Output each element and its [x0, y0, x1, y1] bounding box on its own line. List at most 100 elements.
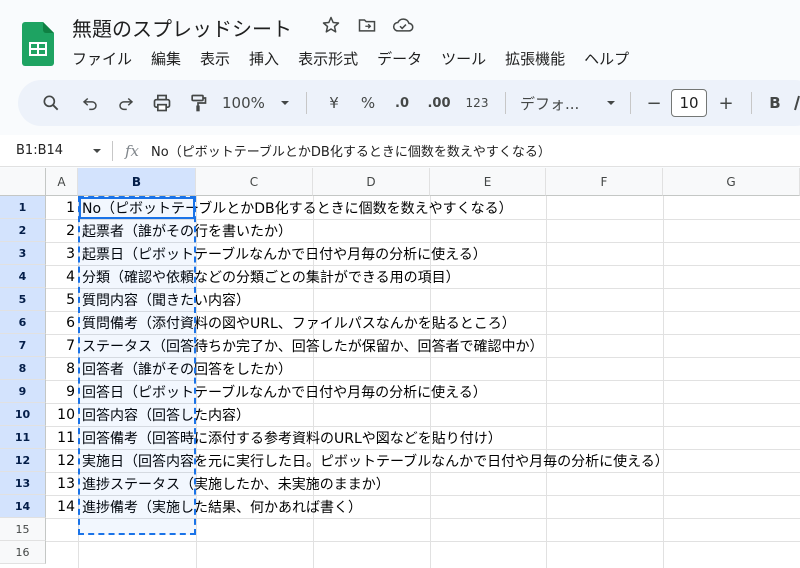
toolbar-divider	[751, 92, 752, 114]
cell-a9[interactable]: 9	[46, 380, 78, 403]
cell-a15[interactable]	[46, 518, 78, 541]
gridline	[46, 518, 800, 519]
column-header-e[interactable]: E	[430, 168, 546, 196]
chevron-down-icon	[281, 101, 289, 105]
row-header[interactable]: 2	[0, 219, 46, 242]
cell-a6[interactable]: 6	[46, 311, 78, 334]
menu-bar: ファイル 編集 表示 挿入 表示形式 データ ツール 拡張機能 ヘルプ	[72, 48, 648, 69]
row-header[interactable]: 14	[0, 495, 46, 518]
cell-b4[interactable]: 分類（確認や依頼などの分類ごとの集計ができる用の項目）	[82, 265, 460, 288]
row-header[interactable]: 4	[0, 265, 46, 288]
cell-a13[interactable]: 13	[46, 472, 78, 495]
menu-view[interactable]: 表示	[200, 48, 230, 69]
search-icon[interactable]	[36, 88, 66, 118]
row-header[interactable]: 16	[0, 541, 46, 564]
cell-a11[interactable]: 11	[46, 426, 78, 449]
cell-b13[interactable]: 進捗ステータス（実施したか、未実施のままか）	[82, 472, 390, 495]
number-format-button[interactable]: 123	[459, 88, 495, 118]
row-header[interactable]: 3	[0, 242, 46, 265]
sheets-logo-icon[interactable]	[22, 22, 54, 66]
cell-b12[interactable]: 実施日（回答内容を元に実行した日。ピボットテーブルなんかで日付や月毎の分析に使え…	[82, 449, 669, 472]
column-header-c[interactable]: C	[196, 168, 313, 196]
undo-icon[interactable]	[72, 88, 108, 118]
cell-a14[interactable]: 14	[46, 495, 78, 518]
cell-b7[interactable]: ステータス（回答待ちか完了か、回答したが保留か、回答者で確認中か）	[82, 334, 543, 357]
menu-help[interactable]: ヘルプ	[584, 48, 629, 69]
cell-b6[interactable]: 質問備考（添付資料の図やURL、ファイルパスなんかを貼るところ）	[82, 311, 516, 334]
cell-b10[interactable]: 回答内容（回答した内容）	[82, 403, 250, 426]
gridline	[663, 196, 664, 568]
column-header-b[interactable]: B	[78, 168, 196, 196]
chevron-down-icon	[93, 148, 101, 153]
row-header[interactable]: 5	[0, 288, 46, 311]
cell-b2[interactable]: 起票者（誰がその行を書いたか）	[82, 219, 292, 242]
move-folder-icon[interactable]	[356, 14, 378, 36]
cell-a16[interactable]	[46, 541, 78, 564]
menu-data[interactable]: データ	[377, 48, 422, 69]
cell-a4[interactable]: 4	[46, 265, 78, 288]
sheet-grid[interactable]: A B C D E F G 1 1 No（ピボットテーブルとかDB化するときに個…	[0, 168, 800, 568]
cell-a1[interactable]: 1	[46, 196, 78, 219]
cell-a7[interactable]: 7	[46, 334, 78, 357]
formula-divider	[112, 140, 113, 161]
toolbar-divider	[630, 92, 631, 114]
redo-icon[interactable]	[108, 88, 144, 118]
cell-b5[interactable]: 質問内容（聞きたい内容）	[82, 288, 250, 311]
menu-tools[interactable]: ツール	[441, 48, 486, 69]
row-header[interactable]: 11	[0, 426, 46, 449]
row-header[interactable]: 15	[0, 518, 46, 541]
decrease-decimal-button[interactable]: .0	[385, 88, 419, 118]
print-icon[interactable]	[144, 88, 180, 118]
toolbar-divider	[306, 92, 307, 114]
menu-format[interactable]: 表示形式	[298, 48, 358, 69]
select-all-corner[interactable]	[0, 168, 46, 196]
name-box[interactable]: B1:B14	[0, 143, 112, 158]
increase-font-size-button[interactable]: +	[711, 88, 741, 118]
font-family-select[interactable]: デフォ...	[516, 88, 620, 118]
cell-a3[interactable]: 3	[46, 242, 78, 265]
row-header[interactable]: 8	[0, 357, 46, 380]
star-icon[interactable]	[320, 14, 342, 36]
row-header[interactable]: 10	[0, 403, 46, 426]
formula-input[interactable]: No（ピボットテーブルとかDB化するときに個数を数えやすくなる）	[151, 141, 551, 160]
zoom-select[interactable]: 100%	[216, 88, 296, 118]
menu-file[interactable]: ファイル	[72, 48, 132, 69]
increase-decimal-button[interactable]: .00	[419, 88, 459, 118]
decrease-font-size-button[interactable]: −	[641, 88, 667, 118]
cell-b14[interactable]: 進捗備考（実施した結果、何かあれば書く）	[82, 495, 362, 518]
cell-a8[interactable]: 8	[46, 357, 78, 380]
menu-edit[interactable]: 編集	[151, 48, 181, 69]
document-title[interactable]: 無題のスプレッドシート	[72, 13, 292, 42]
cell-b9[interactable]: 回答日（ピボットテーブルなんかで日付や月毎の分析に使える）	[82, 380, 487, 403]
increase-decimal-label: .00	[427, 95, 451, 111]
font-size-input[interactable]: 10	[671, 89, 707, 117]
cloud-status-icon[interactable]	[392, 14, 414, 36]
row-header[interactable]: 6	[0, 311, 46, 334]
column-header-f[interactable]: F	[546, 168, 663, 196]
column-header-g[interactable]: G	[663, 168, 800, 196]
paint-format-icon[interactable]	[180, 88, 216, 118]
row-header[interactable]: 12	[0, 449, 46, 472]
cell-a10[interactable]: 10	[46, 403, 78, 426]
row-header[interactable]: 13	[0, 472, 46, 495]
cell-a2[interactable]: 2	[46, 219, 78, 242]
column-header-a[interactable]: A	[46, 168, 78, 196]
currency-format-button[interactable]: ¥	[317, 88, 351, 118]
percent-format-button[interactable]: %	[351, 88, 385, 118]
row-header[interactable]: 7	[0, 334, 46, 357]
menu-insert[interactable]: 挿入	[249, 48, 279, 69]
cell-b8[interactable]: 回答者（誰がその回答をしたか）	[82, 357, 292, 380]
bold-button[interactable]: B	[762, 88, 788, 118]
decrease-decimal-label: .0	[395, 95, 409, 111]
row-header[interactable]: 9	[0, 380, 46, 403]
cell-b3[interactable]: 起票日（ピボットテーブルなんかで日付や月毎の分析に使える）	[82, 242, 487, 265]
italic-icon[interactable]	[788, 88, 800, 118]
cell-a12[interactable]: 12	[46, 449, 78, 472]
menu-extensions[interactable]: 拡張機能	[505, 48, 565, 69]
cell-b11[interactable]: 回答備考（回答時に添付する参考資料のURLや図などを貼り付け）	[82, 426, 502, 449]
gridline	[546, 196, 547, 568]
cell-b1[interactable]: No（ピボットテーブルとかDB化するときに個数を数えやすくなる）	[82, 196, 513, 219]
row-header[interactable]: 1	[0, 196, 46, 219]
column-header-d[interactable]: D	[313, 168, 430, 196]
cell-a5[interactable]: 5	[46, 288, 78, 311]
